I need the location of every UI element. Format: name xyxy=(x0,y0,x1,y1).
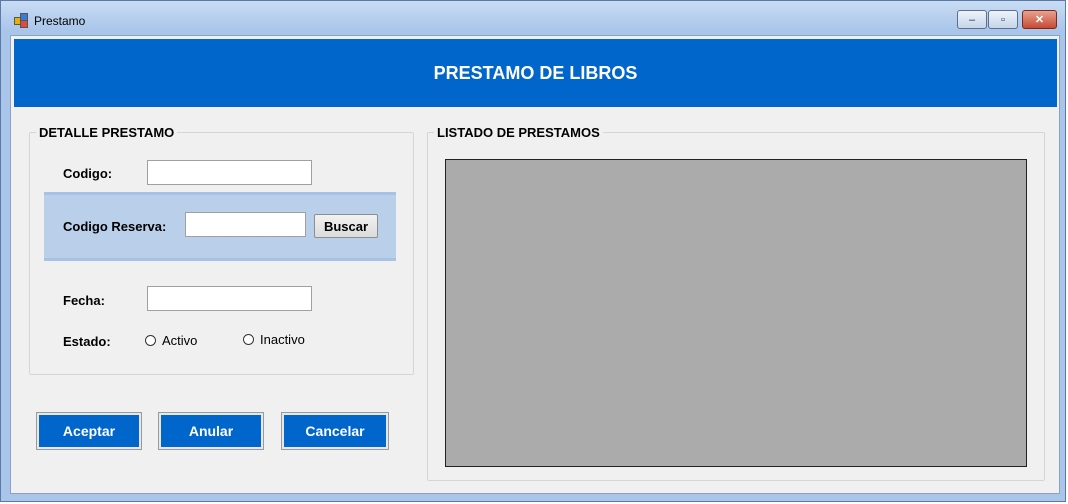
estado-inactivo-radio[interactable]: Inactivo xyxy=(243,332,305,347)
cancelar-label: Cancelar xyxy=(284,415,386,447)
codigo-label: Codigo: xyxy=(63,166,113,181)
close-icon: ✕ xyxy=(1034,14,1045,26)
minimize-button[interactable]: – xyxy=(957,10,987,29)
radio-circle-icon xyxy=(243,334,254,345)
prestamo-window: Prestamo – ▫ ✕ PRESTAMO DE LIBROS DETALL… xyxy=(0,0,1066,502)
minimize-icon: – xyxy=(968,13,976,26)
codigo-input[interactable] xyxy=(147,160,312,185)
codigo-reserva-label: Codigo Reserva: xyxy=(63,219,167,234)
title-bar[interactable]: Prestamo – ▫ ✕ xyxy=(1,1,1065,35)
listado-prestamos-title: LISTADO DE PRESTAMOS xyxy=(434,125,603,140)
detalle-prestamo-title: DETALLE PRESTAMO xyxy=(36,125,178,140)
anular-label: Anular xyxy=(161,415,261,447)
estado-activo-label: Activo xyxy=(162,333,198,348)
estado-activo-radio[interactable]: Activo xyxy=(145,333,197,348)
aceptar-button[interactable]: Aceptar xyxy=(36,412,142,450)
estado-label: Estado: xyxy=(63,334,111,349)
buscar-button[interactable]: Buscar xyxy=(314,214,378,238)
app-icon xyxy=(14,13,28,28)
estado-inactivo-label: Inactivo xyxy=(260,332,305,347)
maximize-button[interactable]: ▫ xyxy=(988,10,1018,29)
fecha-label: Fecha: xyxy=(63,293,105,308)
window-title: Prestamo xyxy=(34,14,86,28)
radio-circle-icon xyxy=(145,335,156,346)
cancelar-button[interactable]: Cancelar xyxy=(281,412,389,450)
aceptar-label: Aceptar xyxy=(39,415,139,447)
page-title: PRESTAMO DE LIBROS xyxy=(14,39,1057,107)
fecha-input[interactable] xyxy=(147,286,312,311)
prestamos-data-grid[interactable] xyxy=(445,159,1027,467)
anular-button[interactable]: Anular xyxy=(158,412,264,450)
maximize-icon: ▫ xyxy=(1001,13,1005,26)
form-client-area: PRESTAMO DE LIBROS DETALLE PRESTAMO Codi… xyxy=(10,35,1060,494)
close-button[interactable]: ✕ xyxy=(1022,10,1057,29)
codigo-reserva-input[interactable] xyxy=(185,212,306,237)
